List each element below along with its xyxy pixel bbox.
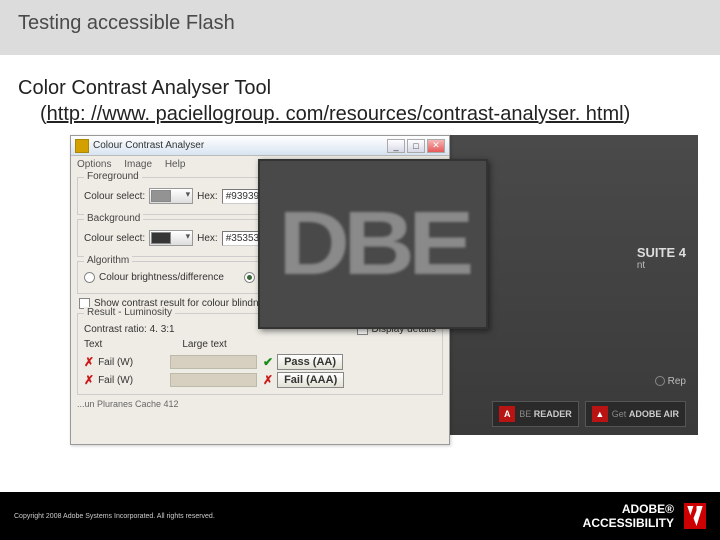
- window-title: Colour Contrast Analyser: [93, 140, 204, 151]
- rep-link[interactable]: Rep: [655, 374, 686, 387]
- footer: Copyright 2008 Adobe Systems Incorporate…: [0, 492, 720, 540]
- content-area: DBE O SUITE 4 nt Rep A BE READER ▲ Get A…: [0, 135, 720, 455]
- alg-brightness-radio[interactable]: [84, 272, 95, 283]
- fg-colour-dropdown[interactable]: [149, 188, 193, 204]
- brand-block: ADOBE® ACCESSIBILITY: [583, 502, 674, 531]
- reader-badge[interactable]: A BE READER: [492, 401, 579, 427]
- fg-hex-label: Hex:: [197, 191, 218, 202]
- fail-aaa-pill: Fail (AAA): [277, 372, 344, 388]
- foreground-group-title: Foreground: [84, 171, 142, 182]
- titlebar[interactable]: Colour Contrast Analyser _ □ ✕: [71, 136, 449, 156]
- content-heading: Color Contrast Analyser Tool (http: //ww…: [0, 55, 720, 127]
- result-large-aa: ✔ Pass (AA): [263, 354, 436, 370]
- menu-image[interactable]: Image: [124, 159, 152, 170]
- result-group-title: Result - Luminosity: [84, 307, 175, 318]
- heading-main: Color Contrast Analyser Tool: [18, 77, 271, 99]
- copyright-text: Copyright 2008 Adobe Systems Incorporate…: [14, 513, 215, 520]
- background-group-title: Background: [84, 213, 143, 224]
- refresh-icon: [655, 376, 665, 386]
- close-button[interactable]: ✕: [427, 139, 445, 153]
- bg-colour-dropdown[interactable]: [149, 230, 193, 246]
- large-text-header: Large text: [182, 339, 226, 350]
- text-header: Text: [84, 339, 102, 350]
- contrast-ratio-label: Contrast ratio: 4. 3:1: [84, 324, 175, 335]
- result-text-aaa: ✗ Fail (W): [84, 372, 257, 388]
- minimize-button[interactable]: _: [387, 139, 405, 153]
- alg-brightness-label: Colour brightness/difference: [99, 272, 224, 283]
- air-logo-icon: ▲: [592, 406, 608, 422]
- badge1-main: READER: [534, 409, 572, 419]
- tool-link[interactable]: http: //www. paciellogroup. com/resource…: [47, 103, 624, 125]
- pixel-preview: DBE: [258, 159, 488, 329]
- app-icon: [75, 139, 89, 153]
- rep-label: Rep: [668, 376, 686, 387]
- fg-colour-select-label: Colour select:: [84, 191, 145, 202]
- status-row: ...un Pluranes Cache 412: [71, 399, 449, 413]
- menu-options[interactable]: Options: [77, 159, 111, 170]
- adobe-logo-icon: A: [499, 406, 515, 422]
- brand-line2: ACCESSIBILITY: [583, 516, 674, 530]
- slide-title: Testing accessible Flash: [0, 0, 720, 55]
- pass-icon: ✔: [263, 355, 273, 369]
- pass-aa-pill: Pass (AA): [277, 354, 343, 370]
- result-grid: ✗ Fail (W) ✔ Pass (AA) ✗ Fail (W) ✗ Fail…: [84, 354, 436, 388]
- suite-sublabel: nt: [637, 260, 686, 271]
- bg-colour-select-label: Colour select:: [84, 233, 145, 244]
- badge2-main: ADOBE AIR: [629, 409, 679, 419]
- brand-line1: ADOBE®: [583, 502, 674, 516]
- suite-label: SUITE 4: [637, 245, 686, 260]
- bg-hex-label: Hex:: [197, 233, 218, 244]
- fail-icon: ✗: [263, 373, 273, 387]
- maximize-button[interactable]: □: [407, 139, 425, 153]
- fail-icon: ✗: [84, 373, 94, 387]
- adobe-logo-icon: [684, 503, 706, 529]
- alg-luminosity-radio[interactable]: [244, 272, 255, 283]
- result-text-aa-label: Fail (W): [98, 357, 166, 368]
- air-badge[interactable]: ▲ Get ADOBE AIR: [585, 401, 686, 427]
- result-text-aa: ✗ Fail (W): [84, 354, 257, 370]
- menu-help[interactable]: Help: [165, 159, 186, 170]
- algorithm-group-title: Algorithm: [84, 255, 132, 266]
- preview-glyphs: DBE: [278, 193, 467, 296]
- result-text-aaa-label: Fail (W): [98, 375, 166, 386]
- fail-icon: ✗: [84, 355, 94, 369]
- badge1-prefix: BE: [519, 409, 531, 419]
- result-large-aaa: ✗ Fail (AAA): [263, 372, 436, 388]
- badge2-prefix: Get: [612, 409, 627, 419]
